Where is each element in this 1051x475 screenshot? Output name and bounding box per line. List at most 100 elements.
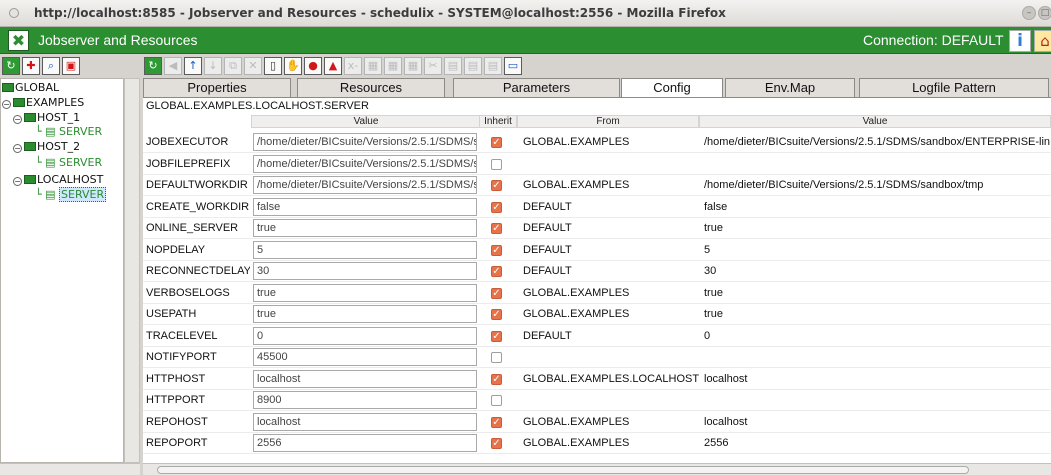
column-header-inherited-value: Value	[699, 115, 1051, 128]
inherited-value: 2556	[704, 437, 729, 449]
param-name: DEFAULTWORKDIR	[146, 179, 248, 191]
inherit-from: GLOBAL.EXAMPLES	[523, 286, 630, 299]
param-name: TRACELEVEL	[146, 329, 218, 342]
tree-node-examples[interactable]: − EXAMPLES	[2, 96, 84, 110]
row-divider	[143, 238, 1051, 239]
param-value-input[interactable]: 30	[253, 262, 477, 280]
inherit-checkbox[interactable]: ✓	[491, 201, 502, 213]
minimize-icon[interactable]: –	[1022, 6, 1036, 20]
tree-node-host2[interactable]: − HOST_2	[13, 140, 80, 154]
comment-icon[interactable]: ▭	[504, 57, 522, 75]
tab-config[interactable]: Config	[621, 78, 723, 98]
down-arrow-icon: ↓	[204, 57, 222, 75]
inherit-checkbox[interactable]: ✓	[491, 244, 502, 256]
app-header: ✖ Jobserver and Resources Connection: DE…	[0, 27, 1051, 54]
row-divider	[143, 431, 1051, 433]
connection-label: Connection: DEFAULT	[863, 32, 1004, 48]
inherit-checkbox[interactable]: ✓	[491, 416, 502, 428]
collapse-icon[interactable]: −	[13, 115, 22, 124]
lock-icon[interactable]: ▣	[62, 57, 80, 75]
home-icon[interactable]: ⌂	[1034, 30, 1051, 52]
param-value-input[interactable]: 2556	[253, 434, 477, 452]
param-value-input[interactable]: /home/dieter/BICsuite/Versions/2.5.1/SDM…	[253, 133, 477, 151]
scroll-thumb[interactable]	[157, 466, 969, 474]
inherit-checkbox[interactable]: ✓	[491, 137, 502, 148]
inherit-checkbox[interactable]	[491, 158, 502, 170]
window-title: http://localhost:8585 - Jobserver and Re…	[34, 6, 726, 20]
collapse-icon[interactable]: −	[13, 144, 22, 153]
inherited-value: /home/dieter/BICsuite/Versions/2.5.1/SDM…	[704, 179, 984, 191]
param-value-input[interactable]: localhost	[253, 412, 477, 431]
maximize-icon[interactable]: □	[1038, 6, 1051, 20]
param-value-input[interactable]: /home/dieter/BICsuite/Versions/2.5.1/SDM…	[253, 154, 477, 173]
info-icon[interactable]: i	[1009, 30, 1031, 52]
row-divider	[143, 302, 1051, 304]
tab-parameters[interactable]: Parameters	[453, 78, 620, 97]
inherit-checkbox[interactable]: ✓	[491, 223, 502, 234]
row-divider	[143, 173, 1051, 175]
inherit-checkbox[interactable]: ✓	[491, 287, 502, 299]
param-name: ONLINE_SERVER	[146, 222, 239, 234]
inherit-checkbox[interactable]: ✓	[491, 373, 502, 385]
tree-node-localhost-server[interactable]: └ ▤ SERVER	[35, 187, 107, 202]
tree-node-localhost[interactable]: − LOCALHOST	[13, 173, 103, 187]
row-divider	[143, 281, 1051, 282]
refresh-icon[interactable]: ↻	[144, 57, 162, 75]
new-document-icon[interactable]: ▯	[264, 57, 282, 75]
inherited-value: localhost	[704, 415, 748, 428]
inherit-checkbox[interactable]: ✓	[491, 266, 502, 277]
row-divider	[143, 367, 1051, 368]
tree-node-host2-server[interactable]: └ ▤ SERVER	[35, 156, 102, 170]
param-value-input[interactable]: true	[253, 219, 477, 237]
param-value-input[interactable]: false	[253, 197, 477, 216]
up-arrow-icon[interactable]: ↑	[184, 57, 202, 75]
param-value-input[interactable]: 8900	[253, 391, 477, 409]
param-value-input[interactable]: 0	[253, 326, 477, 345]
inherit-from: GLOBAL.EXAMPLES	[523, 308, 630, 320]
param-value-input[interactable]: true	[253, 305, 477, 323]
resource-tree: GLOBAL − EXAMPLES − HOST_1 └ ▤ SERVER − HOS…	[0, 78, 124, 463]
param-value-input[interactable]: 45500	[253, 348, 477, 366]
inherit-from: DEFAULT	[523, 329, 572, 342]
tab-env-map[interactable]: Env.Map	[725, 78, 855, 97]
inherited-value: true	[704, 308, 723, 320]
row-divider	[143, 324, 1051, 325]
record-icon[interactable]: ●	[304, 57, 322, 75]
window-menu-icon[interactable]	[9, 8, 19, 18]
inherit-checkbox[interactable]: ✓	[491, 438, 502, 449]
inherited-value: true	[704, 222, 723, 234]
app-logo-icon: ✖	[8, 30, 29, 51]
inherit-checkbox[interactable]: ✓	[491, 180, 502, 191]
stop-hand-icon[interactable]: ✋	[284, 57, 302, 75]
refresh-icon[interactable]: ↻	[2, 57, 20, 75]
tree-node-host1-server[interactable]: └ ▤ SERVER	[35, 125, 102, 139]
tab-properties[interactable]: Properties	[143, 78, 291, 97]
inherit-checkbox[interactable]	[491, 395, 502, 406]
folder-icon	[2, 83, 14, 92]
new-icon[interactable]: ✚	[22, 57, 40, 75]
tree-hscrollbar[interactable]	[0, 463, 140, 475]
alert-icon[interactable]: ▲	[324, 57, 342, 75]
inherit-checkbox[interactable]	[491, 352, 502, 363]
search-icon[interactable]: ⌕	[42, 57, 60, 75]
param-name: JOBEXECUTOR	[146, 136, 229, 148]
tab-resources[interactable]: Resources	[297, 78, 445, 97]
param-name: HTTPPORT	[146, 394, 206, 406]
tree-node-global[interactable]: GLOBAL	[2, 81, 59, 95]
tree-scrollbar[interactable]	[124, 78, 140, 463]
inherit-checkbox[interactable]: ✓	[491, 330, 502, 342]
folder-icon	[13, 98, 25, 107]
inherited-value: 5	[704, 243, 711, 256]
param-value-input[interactable]: localhost	[253, 369, 477, 388]
collapse-icon[interactable]: −	[13, 177, 22, 186]
collapse-icon[interactable]: −	[2, 100, 11, 109]
param-value-input[interactable]: /home/dieter/BICsuite/Versions/2.5.1/SDM…	[253, 176, 477, 194]
tree-node-host1[interactable]: − HOST_1	[13, 111, 80, 125]
param-value-input[interactable]: 5	[253, 240, 477, 259]
copy-icon: ⧉	[224, 57, 242, 75]
tab-logfile-pattern[interactable]: Logfile Pattern	[859, 78, 1049, 97]
paste-icon: ▤	[464, 57, 482, 75]
param-value-input[interactable]: true	[253, 283, 477, 302]
inherit-checkbox[interactable]: ✓	[491, 309, 502, 320]
panel-hscrollbar[interactable]	[143, 463, 1051, 475]
